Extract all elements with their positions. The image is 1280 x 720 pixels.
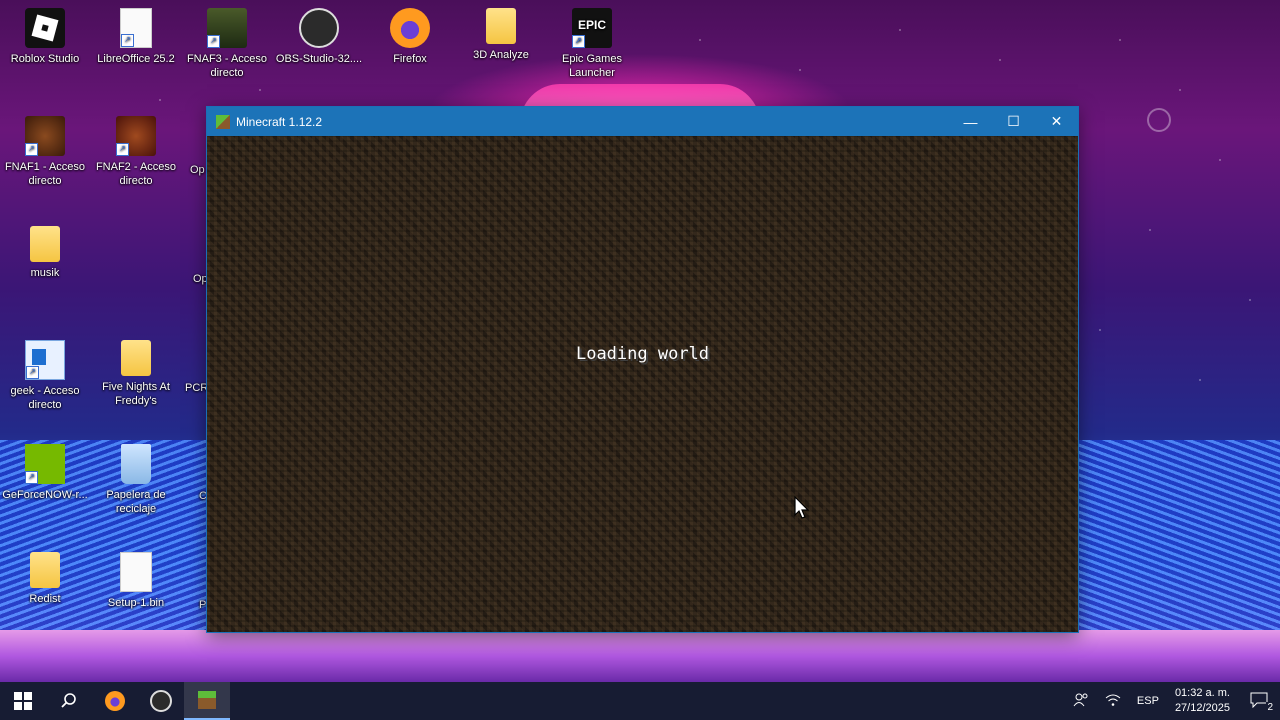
- desktop-icon-firefox[interactable]: Firefox: [364, 8, 456, 66]
- notifications-button[interactable]: 2: [1238, 692, 1280, 713]
- folder-icon: [30, 226, 60, 262]
- language-indicator[interactable]: ESP: [1129, 695, 1167, 707]
- desktop-icon-obs[interactable]: OBS-Studio-32....: [273, 8, 365, 66]
- window-title: Minecraft 1.12.2: [236, 114, 323, 129]
- wallpaper-waves-right: [1078, 440, 1280, 640]
- wallpaper-glow: [0, 630, 1280, 682]
- fnaf2-icon: ↗: [116, 116, 156, 156]
- desktop-icon-roblox-studio[interactable]: Roblox Studio: [0, 8, 91, 66]
- libreoffice-icon: ↗: [120, 8, 152, 48]
- busy-ring-icon: [1147, 108, 1171, 132]
- close-button[interactable]: ✕: [1035, 107, 1078, 136]
- notifications-count: 2: [1266, 701, 1274, 713]
- desktop-icon-redist[interactable]: Redist: [0, 552, 91, 606]
- geek-icon: ↗: [25, 340, 65, 380]
- notifications-icon: [1250, 692, 1268, 708]
- geforce-now-icon: ↗: [25, 444, 65, 484]
- windows-logo-icon: [14, 692, 32, 710]
- taskbar: ESP 01:32 a. m. 27/12/2025 2: [0, 682, 1280, 720]
- wifi-icon[interactable]: [1097, 693, 1129, 710]
- minimize-button[interactable]: —: [949, 107, 992, 136]
- desktop-icon-geek[interactable]: ↗ geek - Acceso directo: [0, 340, 91, 412]
- file-icon: [120, 552, 152, 592]
- obs-icon: [299, 8, 339, 48]
- obs-icon: [150, 690, 172, 712]
- epic-games-icon: EPIC ↗: [572, 8, 612, 48]
- taskbar-firefox[interactable]: [92, 682, 138, 720]
- desktop-icon-fnaf-folder[interactable]: Five Nights At Freddy's: [90, 340, 182, 408]
- desktop-icon-recycle-bin[interactable]: Papelera de reciclaje: [90, 444, 182, 516]
- clock-time: 01:32 a. m.: [1174, 687, 1230, 699]
- search-button[interactable]: [46, 682, 92, 720]
- roblox-studio-icon: [25, 8, 65, 48]
- desktop-icon-3d-analyze[interactable]: 3D Analyze: [455, 8, 547, 62]
- desktop-icon-fnaf2[interactable]: ↗ FNAF2 - Acceso directo: [90, 116, 182, 188]
- recycle-bin-icon: [121, 444, 151, 484]
- minecraft-grass-block-icon: [216, 114, 230, 129]
- window-titlebar[interactable]: Minecraft 1.12.2 — ☐ ✕: [207, 107, 1078, 136]
- desktop-icon-libreoffice[interactable]: ↗ LibreOffice 25.2: [90, 8, 182, 66]
- fnaf3-icon: ↗: [207, 8, 247, 48]
- game-viewport[interactable]: Loading world: [207, 136, 1078, 632]
- clock-date: 27/12/2025: [1174, 702, 1230, 714]
- search-icon: [61, 693, 76, 708]
- start-button[interactable]: [0, 682, 46, 720]
- folder-icon: [121, 340, 151, 376]
- people-icon[interactable]: [1065, 692, 1097, 711]
- minecraft-grass-block-icon: [198, 691, 216, 709]
- desktop-icon-fnaf1[interactable]: ↗ FNAF1 - Acceso directo: [0, 116, 91, 188]
- system-tray: ESP 01:32 a. m. 27/12/2025 2: [1065, 682, 1280, 720]
- desktop-icon-epic-games[interactable]: EPIC ↗ Epic Games Launcher: [546, 8, 638, 80]
- taskbar-obs[interactable]: [138, 682, 184, 720]
- firefox-icon: [390, 8, 430, 48]
- firefox-icon: [105, 691, 125, 711]
- clock[interactable]: 01:32 a. m. 27/12/2025: [1167, 686, 1238, 716]
- folder-icon: [30, 552, 60, 588]
- fnaf1-icon: ↗: [25, 116, 65, 156]
- desktop-icon-geforce-now[interactable]: ↗ GeForceNOW-r...: [0, 444, 91, 502]
- desktop-icon-fnaf3[interactable]: ↗ FNAF3 - Acceso directo: [181, 8, 273, 80]
- desktop-icon-setup-bin[interactable]: Setup-1.bin: [90, 552, 182, 610]
- taskbar-minecraft[interactable]: [184, 682, 230, 720]
- loading-world-text: Loading world: [575, 344, 710, 364]
- desktop-icon-musik[interactable]: musik: [0, 226, 91, 280]
- folder-icon: [486, 8, 516, 44]
- minecraft-window[interactable]: Minecraft 1.12.2 — ☐ ✕ Loading world: [207, 107, 1078, 632]
- maximize-button[interactable]: ☐: [992, 107, 1035, 136]
